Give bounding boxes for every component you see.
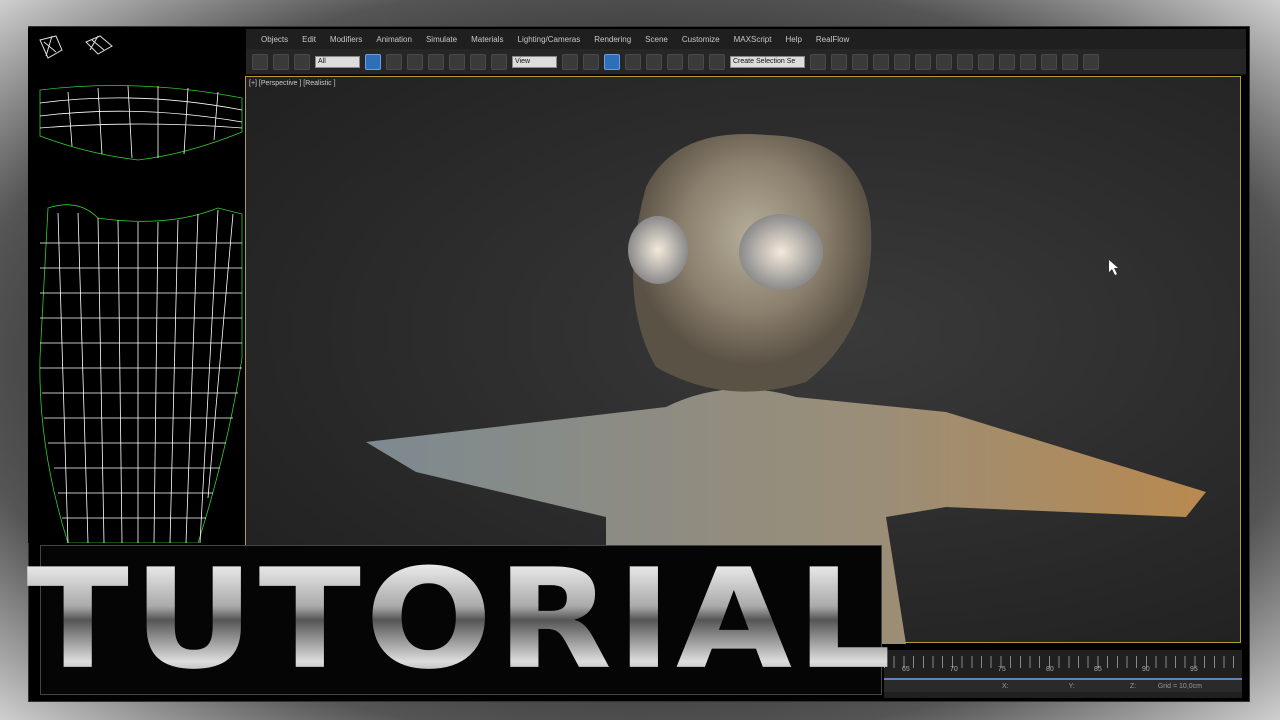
material-editor-icon[interactable] (936, 53, 952, 70)
menu-scene[interactable]: Scene (638, 35, 675, 44)
select-manipulate-icon[interactable] (583, 53, 599, 70)
uv-wireframe (39, 35, 243, 544)
menu-customize[interactable]: Customize (675, 35, 727, 44)
edit-named-selection-icon[interactable] (709, 53, 725, 70)
tick-label: 90 (1142, 666, 1150, 673)
z-coord-label[interactable]: Z: (1130, 683, 1136, 690)
tutorial-banner: TUTORIAL (27, 545, 891, 695)
menu-modifiers[interactable]: Modifiers (323, 35, 369, 44)
uv-editor-icons (39, 35, 113, 59)
character-eye-right (739, 214, 823, 290)
status-bar: X: Y: Z: Grid = 10,0cm (884, 678, 1242, 692)
rectangular-selection-icon[interactable] (407, 53, 423, 70)
grid-size: Grid = 10,0cm (1157, 682, 1202, 690)
pivot-center-icon[interactable] (562, 53, 578, 70)
rendered-frame-icon[interactable] (978, 53, 994, 70)
tick-label: 75 (998, 666, 1006, 673)
schematic-view-icon[interactable] (915, 53, 931, 70)
viewport-label[interactable]: [+] [Perspective ] [Realistic ] (249, 80, 336, 87)
render-icon[interactable] (999, 53, 1015, 70)
tick-label: 70 (950, 666, 958, 673)
y-coord-label[interactable]: Y: (1069, 683, 1075, 690)
timeline[interactable]: 65 70 75 80 85 90 95 X: Y: Z: Grid = 10,… (884, 650, 1242, 698)
align-icon[interactable] (831, 53, 847, 70)
selection-filter-dropdown[interactable]: All (315, 55, 360, 68)
realflow-icon[interactable] (1020, 53, 1036, 70)
shirt-icon[interactable] (1062, 53, 1078, 70)
tick-label: 95 (1190, 666, 1198, 673)
percent-snap-icon[interactable] (667, 53, 683, 70)
scale-icon[interactable] (491, 53, 507, 70)
uv-shell-body (39, 204, 243, 544)
move-icon[interactable] (449, 53, 465, 70)
menu-lighting-cameras[interactable]: Lighting/Cameras (511, 35, 588, 44)
tick-label: 65 (902, 666, 910, 673)
named-selection-dropdown[interactable]: Create Selection Se (730, 55, 805, 68)
menu-help[interactable]: Help (778, 35, 808, 44)
graphite-ribbon-icon[interactable] (873, 53, 889, 70)
menu-rendering[interactable]: Rendering (587, 35, 638, 44)
bind-space-warp-icon[interactable] (294, 53, 310, 70)
spinner-snap-icon[interactable] (688, 53, 704, 70)
link-icon[interactable] (252, 53, 268, 70)
character-eye-left (628, 216, 688, 284)
unlink-icon[interactable] (273, 53, 289, 70)
uv-editor-panel (28, 28, 244, 544)
select-object-icon[interactable] (365, 53, 381, 70)
menu-maxscript[interactable]: MAXScript (727, 35, 779, 44)
tick-label: 80 (1046, 666, 1054, 673)
curve-editor-icon[interactable] (894, 53, 910, 70)
main-toolbar: All View Create Selection Se (246, 49, 1246, 75)
reference-coordinate-dropdown[interactable]: View (512, 55, 557, 68)
rotate-icon[interactable] (470, 53, 486, 70)
angle-snap-icon[interactable] (646, 53, 662, 70)
menu-simulate[interactable]: Simulate (419, 35, 464, 44)
layer-manager-icon[interactable] (852, 53, 868, 70)
render-setup-icon[interactable] (957, 53, 973, 70)
mouse-cursor-icon (1109, 260, 1118, 275)
menu-realflow[interactable]: RealFlow (809, 35, 856, 44)
menu-bar: Objects Edit Modifiers Animation Simulat… (246, 29, 1246, 49)
tick-label: 85 (1094, 666, 1102, 673)
select-by-name-icon[interactable] (386, 53, 402, 70)
mirror-icon[interactable] (810, 53, 826, 70)
timeline-ruler[interactable] (884, 656, 1242, 668)
window-crossing-icon[interactable] (428, 53, 444, 70)
keyboard-shortcut-override-icon[interactable] (604, 53, 620, 70)
extra-tool-icon[interactable] (1083, 53, 1099, 70)
tutorial-title: TUTORIAL (26, 539, 896, 701)
menu-objects[interactable]: Objects (254, 35, 295, 44)
x-coord-label[interactable]: X: (1002, 683, 1009, 690)
menu-materials[interactable]: Materials (464, 35, 510, 44)
snaps-toggle-icon[interactable] (625, 53, 641, 70)
menu-edit[interactable]: Edit (295, 35, 323, 44)
menu-animation[interactable]: Animation (369, 35, 419, 44)
sphere-icon[interactable] (1041, 53, 1057, 70)
uv-shell-head (39, 85, 243, 161)
